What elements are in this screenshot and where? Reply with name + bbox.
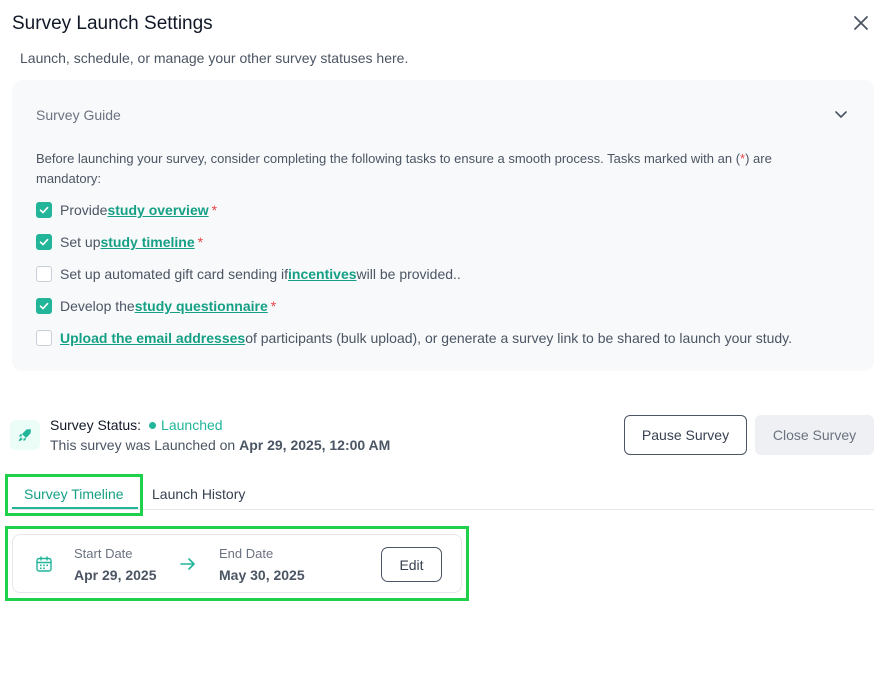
status-desc-prefix: This survey was Launched on	[50, 437, 240, 453]
task-text-pre: Develop the	[60, 298, 135, 314]
survey-guide-intro: Before launching your survey, consider c…	[36, 149, 826, 189]
check-icon	[39, 238, 49, 246]
task-checkbox[interactable]	[36, 266, 52, 282]
task-text-pre: Set up	[60, 234, 101, 250]
task-text-post: of participants (bulk upload), or genera…	[245, 330, 793, 346]
survey-guide-title: Survey Guide	[36, 107, 121, 123]
tab-launch-history[interactable]: Launch History	[152, 486, 245, 502]
task-item-incentives: Set up automated gift card sending if in…	[36, 264, 464, 284]
status-dot	[149, 421, 157, 429]
check-icon	[39, 206, 49, 214]
task-item-study-overview: Provide study overview *	[36, 200, 217, 220]
status-badge: Launched	[161, 417, 223, 433]
task-item-study-questionnaire: Develop the study questionnaire *	[36, 296, 276, 316]
survey-status-label: Survey Status:	[50, 417, 142, 433]
dialog-subtitle: Launch, schedule, or manage your other s…	[20, 50, 409, 66]
required-star: *	[197, 234, 204, 250]
task-checkbox[interactable]	[36, 330, 52, 346]
study-overview-link[interactable]: study overview	[107, 202, 208, 218]
task-checkbox[interactable]	[36, 298, 52, 314]
rocket-icon	[18, 429, 31, 442]
survey-status-description: This survey was Launched on Apr 29, 2025…	[50, 437, 390, 453]
required-star: *	[270, 298, 277, 314]
task-text-pre: Provide	[60, 202, 108, 218]
task-text-pre: Set up automated gift card sending if	[60, 266, 289, 282]
close-icon[interactable]	[850, 12, 872, 34]
survey-status: Survey Status: Launched	[50, 417, 223, 433]
task-checkbox[interactable]	[36, 234, 52, 250]
task-checkbox[interactable]	[36, 202, 52, 218]
dialog-title: Survey Launch Settings	[12, 13, 213, 34]
highlight-box-timeline	[5, 526, 469, 601]
study-timeline-link[interactable]: study timeline	[100, 234, 194, 250]
upload-email-addresses-link[interactable]: Upload the email addresses	[60, 330, 245, 346]
incentives-link[interactable]: incentives	[288, 266, 356, 282]
chevron-down-icon[interactable]	[832, 105, 850, 123]
required-star: *	[211, 202, 218, 218]
check-icon	[39, 302, 49, 310]
launch-datetime: Apr 29, 2025, 12:00 AM	[239, 437, 391, 453]
survey-guide-panel: Survey Guide Before launching your surve…	[12, 80, 874, 371]
task-text-post: will be provided..	[356, 266, 461, 282]
task-item-upload-emails: Upload the email addresses of participan…	[36, 328, 795, 348]
task-item-study-timeline: Set up study timeline *	[36, 232, 203, 252]
pause-survey-button[interactable]: Pause Survey	[624, 415, 747, 455]
close-survey-button[interactable]: Close Survey	[755, 415, 874, 455]
highlight-box-tab	[5, 474, 143, 516]
intro-text-before: Before launching your survey, consider c…	[36, 151, 741, 166]
status-icon-badge	[10, 420, 40, 450]
study-questionnaire-link[interactable]: study questionnaire	[135, 298, 268, 314]
